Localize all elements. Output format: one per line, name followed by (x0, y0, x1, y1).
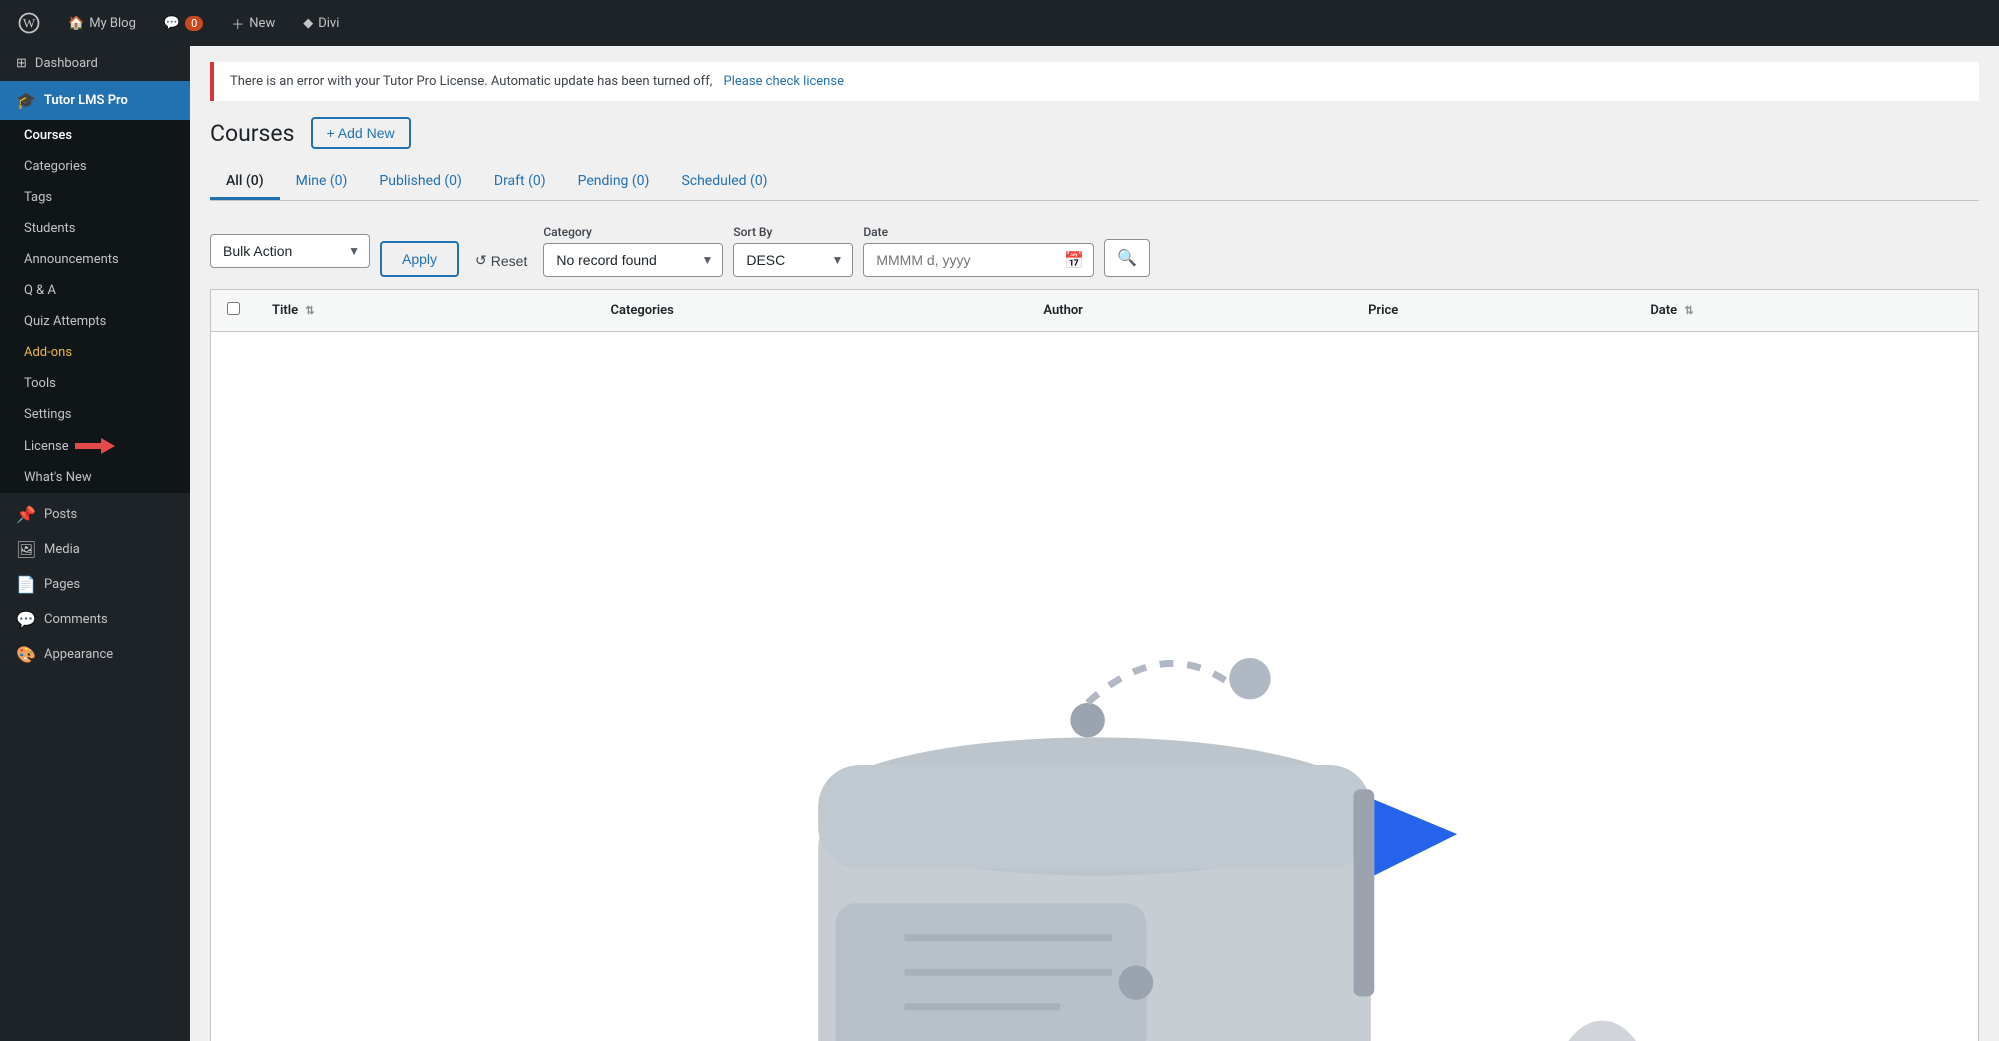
sidebar-item-students[interactable]: Students (0, 213, 190, 244)
sidebar-item-whats-new[interactable]: What's New (0, 462, 190, 493)
select-all-checkbox[interactable] (227, 302, 240, 315)
empty-illustration (231, 392, 1958, 1041)
main-layout: ⊞ Dashboard 🎓 Tutor LMS Pro Courses Cate… (0, 46, 1999, 1041)
tutor-submenu: Courses Categories Tags Students Announc… (0, 120, 190, 493)
wp-logo-icon[interactable]: W (12, 8, 46, 38)
date-label: Date (863, 225, 1094, 239)
license-arrow-icon (75, 438, 115, 454)
add-new-button[interactable]: + Add New (311, 117, 411, 149)
svg-text:W: W (23, 15, 36, 30)
tab-published[interactable]: Published (0) (363, 165, 477, 200)
categories-header: Categories (595, 290, 1028, 332)
sidebar-item-courses[interactable]: Courses (0, 120, 190, 151)
error-notice: There is an error with your Tutor Pro Li… (210, 62, 1979, 101)
posts-icon: 📌 (16, 505, 36, 524)
new-content-link[interactable]: ＋ New (225, 10, 281, 37)
tab-draft[interactable]: Draft (0) (478, 165, 562, 200)
category-label: Category (543, 225, 723, 239)
tab-scheduled[interactable]: Scheduled (0) (665, 165, 783, 200)
sidebar-item-qa[interactable]: Q & A (0, 275, 190, 306)
empty-state-row (211, 332, 1979, 1041)
title-sort-icon: ⇅ (305, 304, 314, 317)
author-header: Author (1027, 290, 1352, 332)
sidebar-item-dashboard[interactable]: ⊞ Dashboard (0, 46, 190, 81)
sidebar-item-add-ons[interactable]: Add-ons (0, 337, 190, 368)
table-body (211, 332, 1979, 1041)
sidebar-item-posts[interactable]: 📌 Posts (0, 497, 190, 532)
tab-mine[interactable]: Mine (0) (280, 165, 364, 200)
category-filter-group: Category No record found ▼ (543, 225, 723, 277)
date-sort-icon: ⇅ (1684, 304, 1693, 317)
bulk-action-wrapper: Bulk Action ▼ (210, 234, 370, 268)
search-icon: 🔍 (1117, 248, 1137, 268)
table-header-row: Title ⇅ Categories Author Price (211, 290, 1979, 332)
date-input-wrapper: 📅 (863, 243, 1094, 277)
empty-state (211, 332, 1978, 1041)
sidebar-item-tags[interactable]: Tags (0, 182, 190, 213)
admin-bar: W 🏠 My Blog 💬 0 ＋ New ◆ Divi (0, 0, 1999, 46)
sidebar-item-announcements[interactable]: Announcements (0, 244, 190, 275)
page-title: Courses (210, 120, 295, 147)
date-filter-group: Date 📅 (863, 225, 1094, 277)
dashboard-icon: ⊞ (16, 56, 27, 71)
sidebar-item-settings[interactable]: Settings (0, 399, 190, 430)
tutor-icon: 🎓 (16, 91, 36, 110)
date-input[interactable] (863, 243, 1094, 277)
divi-link[interactable]: ◆ Divi (297, 12, 345, 35)
check-license-link[interactable]: Please check license (724, 74, 844, 89)
comments-sidebar-icon: 💬 (16, 610, 36, 629)
title-header[interactable]: Title ⇅ (256, 290, 595, 332)
category-select[interactable]: No record found (543, 243, 723, 277)
reset-button[interactable]: ↺ Reset (469, 244, 533, 277)
plus-icon: ＋ (231, 14, 244, 33)
filter-bar: Bulk Action ▼ Apply ↺ Reset Category (210, 217, 1979, 289)
pages-icon: 📄 (16, 575, 36, 594)
sidebar-item-license[interactable]: License (0, 430, 190, 462)
reset-icon: ↺ (475, 252, 487, 269)
sidebar-item-media[interactable]: 🖼 Media (0, 532, 190, 567)
sidebar-item-pages[interactable]: 📄 Pages (0, 567, 190, 602)
sidebar-item-quiz-attempts[interactable]: Quiz Attempts (0, 306, 190, 337)
price-header: Price (1352, 290, 1634, 332)
site-name-link[interactable]: 🏠 My Blog (62, 12, 142, 35)
sortby-label: Sort By (733, 225, 853, 239)
tabs-row: All (0) Mine (0) Published (0) Draft (0)… (210, 165, 1979, 201)
sortby-select[interactable]: DESC (733, 243, 853, 277)
sidebar-item-comments[interactable]: 💬 Comments (0, 602, 190, 637)
home-icon: 🏠 (68, 16, 84, 31)
sidebar-item-tutor-lms-pro[interactable]: 🎓 Tutor LMS Pro (0, 81, 190, 120)
tab-pending[interactable]: Pending (0) (562, 165, 666, 200)
appearance-icon: 🎨 (16, 645, 36, 664)
select-all-header (211, 290, 257, 332)
category-select-wrapper: No record found ▼ (543, 243, 723, 277)
page-header: Courses + Add New (210, 117, 1979, 149)
divi-icon: ◆ (303, 16, 313, 31)
bulk-action-select[interactable]: Bulk Action (210, 234, 370, 268)
sidebar-item-appearance[interactable]: 🎨 Appearance (0, 637, 190, 672)
page-content: Courses + Add New All (0) Mine (0) Publi… (190, 101, 1999, 1041)
sidebar: ⊞ Dashboard 🎓 Tutor LMS Pro Courses Cate… (0, 46, 190, 1041)
tab-all[interactable]: All (0) (210, 165, 280, 200)
sortby-select-wrapper: DESC ▼ (733, 243, 853, 277)
bulk-action-group: Bulk Action ▼ (210, 234, 370, 268)
media-icon: 🖼 (16, 540, 36, 559)
sortby-filter-group: Sort By DESC ▼ (733, 225, 853, 277)
comment-bubble-icon: 💬 (164, 16, 180, 31)
courses-table: Title ⇅ Categories Author Price (210, 289, 1979, 1041)
apply-button[interactable]: Apply (380, 241, 459, 277)
date-header[interactable]: Date ⇅ (1634, 290, 1978, 332)
search-button[interactable]: 🔍 (1104, 239, 1150, 277)
comments-link[interactable]: 💬 0 (158, 12, 209, 35)
sidebar-item-tools[interactable]: Tools (0, 368, 190, 399)
content-area: There is an error with your Tutor Pro Li… (190, 46, 1999, 1041)
sidebar-item-categories[interactable]: Categories (0, 151, 190, 182)
